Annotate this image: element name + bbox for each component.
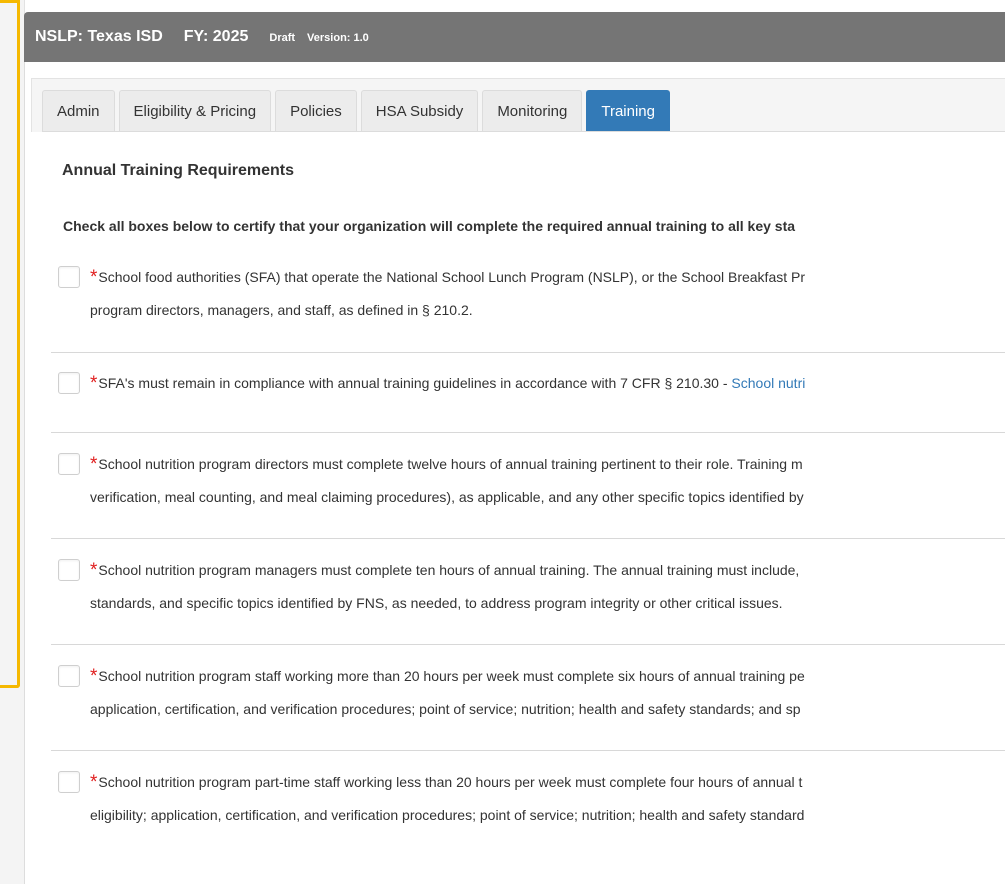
list-item: *School nutrition program part-time staf…: [51, 750, 1005, 856]
tab-training[interactable]: Training: [586, 90, 670, 131]
requirement-text: *School nutrition program directors must…: [90, 448, 1005, 513]
requirement-line-2: standards, and specific topics identifie…: [90, 595, 783, 611]
required-asterisk: *: [90, 772, 98, 793]
requirement-line: *SFA's must remain in compliance with an…: [90, 367, 1005, 400]
requirement-line-2: eligibility; application, certification,…: [90, 807, 805, 823]
focus-highlight-box: [0, 0, 20, 688]
tab-policies[interactable]: Policies: [275, 90, 357, 131]
list-item: *School nutrition program managers must …: [51, 538, 1005, 644]
list-item: *School food authorities (SFA) that oper…: [51, 246, 1005, 352]
fiscal-year: FY: 2025: [183, 28, 249, 45]
requirement-line: application, certification, and verifica…: [90, 693, 1005, 725]
training-content: Annual Training Requirements Check all b…: [31, 132, 1005, 884]
requirement-line: *School nutrition program managers must …: [90, 554, 1005, 587]
requirement-line-1: School nutrition program directors must …: [98, 456, 803, 472]
required-asterisk: *: [90, 373, 98, 394]
requirement-checkbox[interactable]: [58, 266, 80, 288]
list-item: *School nutrition program directors must…: [51, 432, 1005, 538]
requirement-text: *School nutrition program managers must …: [90, 554, 1005, 619]
tab-monitoring[interactable]: Monitoring: [482, 90, 583, 131]
tab-hsa-subsidy[interactable]: HSA Subsidy: [360, 90, 479, 131]
required-asterisk: *: [90, 666, 98, 687]
list-item: *School nutrition program staff working …: [51, 644, 1005, 750]
required-asterisk: *: [90, 267, 98, 288]
requirement-line: standards, and specific topics identifie…: [90, 587, 1005, 619]
requirement-line: verification, meal counting, and meal cl…: [90, 481, 1005, 513]
requirement-line-2: verification, meal counting, and meal cl…: [90, 489, 804, 505]
requirement-line: *School food authorities (SFA) that oper…: [90, 261, 1005, 294]
requirement-line: *School nutrition program directors must…: [90, 448, 1005, 481]
requirement-line: *School nutrition program staff working …: [90, 660, 1005, 693]
regulation-link[interactable]: School nutri: [731, 375, 805, 391]
tab-eligibility-pricing[interactable]: Eligibility & Pricing: [118, 90, 272, 131]
requirement-line-1: School nutrition program staff working m…: [98, 668, 805, 684]
page-header: NSLP: Texas ISD FY: 2025 Draft Version: …: [24, 12, 1005, 62]
required-asterisk: *: [90, 454, 98, 475]
requirement-line: *School nutrition program part-time staf…: [90, 766, 1005, 799]
program-name: NSLP: Texas ISD: [35, 28, 163, 45]
requirement-line: eligibility; application, certification,…: [90, 799, 1005, 831]
status-badge: Draft: [269, 32, 296, 44]
requirement-line-1: School food authorities (SFA) that opera…: [98, 269, 806, 285]
requirement-line-1: School nutrition program part-time staff…: [98, 774, 803, 790]
requirement-line-2: program directors, managers, and staff, …: [90, 302, 473, 318]
tab-bar: Admin Eligibility & Pricing Policies HSA…: [42, 89, 1005, 132]
certification-instructions: Check all boxes below to certify that yo…: [63, 218, 796, 234]
list-item: *SFA's must remain in compliance with an…: [51, 352, 1005, 432]
requirement-checkbox[interactable]: [58, 453, 80, 475]
requirement-line-1: SFA's must remain in compliance with ann…: [98, 375, 732, 391]
requirement-checkbox[interactable]: [58, 559, 80, 581]
requirement-line-1: School nutrition program managers must c…: [98, 562, 800, 578]
requirement-text: *School nutrition program part-time staf…: [90, 766, 1005, 831]
requirement-text: *School nutrition program staff working …: [90, 660, 1005, 725]
requirement-line: program directors, managers, and staff, …: [90, 294, 1005, 326]
required-asterisk: *: [90, 560, 98, 581]
requirement-checkbox[interactable]: [58, 372, 80, 394]
requirements-list: *School food authorities (SFA) that oper…: [51, 246, 1005, 856]
section-title: Annual Training Requirements: [62, 162, 295, 179]
requirement-checkbox[interactable]: [58, 771, 80, 793]
requirement-checkbox[interactable]: [58, 665, 80, 687]
requirement-text: *SFA's must remain in compliance with an…: [90, 367, 1005, 400]
requirement-line-2: application, certification, and verifica…: [90, 701, 801, 717]
tab-admin[interactable]: Admin: [42, 90, 115, 131]
version-label: Version: 1.0: [307, 32, 369, 44]
main-panel: Admin Eligibility & Pricing Policies HSA…: [24, 62, 1005, 884]
requirement-text: *School food authorities (SFA) that oper…: [90, 261, 1005, 326]
